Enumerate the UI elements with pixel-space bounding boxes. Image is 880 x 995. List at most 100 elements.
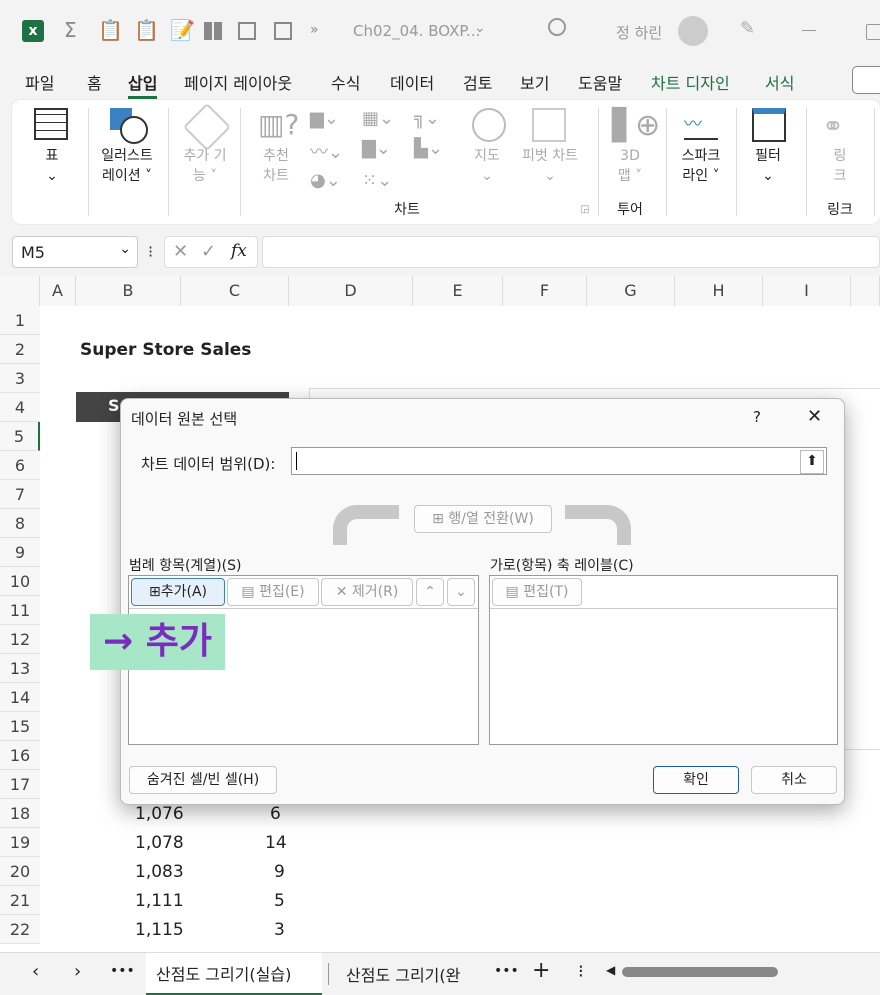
filters-button[interactable]: 필터 ⌄ [748, 146, 788, 186]
row-header-2[interactable]: 2 [0, 335, 40, 364]
insert-function-icon[interactable]: fx [231, 241, 247, 261]
tab-scroll-right-icon[interactable]: › [74, 961, 81, 982]
menu-view[interactable]: 보기 [520, 70, 549, 94]
search-icon[interactable] [548, 18, 566, 36]
switch-row-column-button[interactable]: ⊞ 행/열 전환(W) [414, 505, 552, 533]
autosum-icon[interactable]: Σ [64, 18, 77, 42]
grid-icon[interactable] [204, 22, 222, 40]
row-header-1[interactable]: 1 [0, 306, 40, 335]
excel-logo-icon[interactable]: x [22, 20, 44, 42]
fit-icon[interactable] [274, 22, 292, 40]
line-chart-icon[interactable]: 〰⌄ [310, 138, 343, 164]
column-header-a[interactable]: A [40, 276, 76, 306]
cell-b21[interactable]: 1,111 [135, 891, 184, 911]
row-header-12[interactable]: 12 [0, 625, 40, 654]
column-header-i[interactable]: I [763, 276, 851, 306]
filename[interactable]: Ch02_04. BOXP... [353, 22, 480, 40]
row-header-15[interactable]: 15 [0, 712, 40, 741]
row-header-13[interactable]: 13 [0, 654, 40, 683]
scatter-chart-icon[interactable]: ⁙⌄ [362, 170, 392, 191]
row-header-14[interactable]: 14 [0, 683, 40, 712]
pen-icon[interactable]: ✎ [740, 18, 755, 39]
avatar[interactable] [678, 16, 708, 46]
cancel-icon[interactable]: ✕ [173, 241, 188, 262]
row-header-7[interactable]: 7 [0, 480, 40, 509]
row-header-17[interactable]: 17 [0, 770, 40, 799]
sparklines-button[interactable]: 스파크 라인 ˅ [676, 146, 726, 186]
cell-c22[interactable]: 3 [274, 920, 285, 940]
cancel-button[interactable]: 취소 [751, 766, 837, 794]
menu-data[interactable]: 데이터 [390, 70, 434, 94]
clipboard-123-icon[interactable]: 📋 [134, 18, 159, 42]
row-header-22[interactable]: 22 [0, 915, 40, 944]
row-header-5[interactable]: 5 [0, 422, 40, 451]
cell-b18[interactable]: 1,076 [135, 804, 184, 824]
combo-chart-icon[interactable]: ▙⌄ [414, 138, 443, 159]
clipboard-fx-icon[interactable]: 📋 [98, 18, 123, 42]
sheet-title[interactable]: Super Store Sales [80, 340, 251, 360]
column-header-d[interactable]: D [289, 276, 413, 306]
row-header-6[interactable]: 6 [0, 451, 40, 480]
ok-button[interactable]: 확인 [653, 766, 739, 794]
remove-series-button[interactable]: ✕ 제거(R) [321, 578, 413, 606]
chart-range-input[interactable]: ⬆ [291, 447, 827, 475]
tab-scroll-left-icon[interactable]: ‹ [32, 961, 39, 982]
cell-b19[interactable]: 1,078 [135, 833, 184, 853]
map-chart-button[interactable]: 지도 ⌄ [470, 146, 504, 186]
row-header-19[interactable]: 19 [0, 828, 40, 857]
menu-help[interactable]: 도움말 [578, 70, 622, 94]
3d-map-button[interactable]: 3D 맵 ˅ [612, 146, 648, 186]
illustrations-button[interactable]: 일러스트 레이션 ˅ [96, 146, 158, 186]
column-header-b[interactable]: B [76, 276, 181, 306]
cell-c20[interactable]: 9 [274, 862, 285, 882]
hierarchy-chart-icon[interactable]: ▦⌄ [362, 108, 394, 129]
row-header-21[interactable]: 21 [0, 886, 40, 915]
cell-b20[interactable]: 1,083 [135, 862, 184, 882]
move-up-button[interactable]: ⌃ [416, 578, 444, 606]
chevron-down-icon[interactable]: ⌄ [119, 241, 131, 257]
enter-icon[interactable]: ✓ [201, 241, 216, 262]
more-commands-icon[interactable]: » [310, 22, 319, 38]
add-sheet-icon[interactable]: + [532, 958, 550, 983]
edit-series-button[interactable]: ▤ 편집(E) [227, 578, 319, 606]
column-header-e[interactable]: E [413, 276, 503, 306]
hscroll-left-icon[interactable]: ◀ [606, 963, 615, 977]
column-chart-icon[interactable]: ▆⌄ [310, 108, 339, 129]
tab-more-left-icon[interactable]: ••• [110, 963, 135, 979]
edit-clipboard-icon[interactable]: 📝 [170, 18, 195, 42]
add-series-button[interactable]: ⊞추가(A) [131, 578, 225, 606]
collapse-dialog-icon[interactable]: ⬆ [800, 450, 824, 474]
cell-b22[interactable]: 1,115 [135, 920, 184, 940]
column-header-j[interactable] [851, 276, 880, 306]
menu-chart-design[interactable]: 차트 디자인 [651, 70, 730, 94]
row-header-16[interactable]: 16 [0, 741, 40, 770]
comment-icon[interactable] [852, 66, 880, 94]
column-header-c[interactable]: C [181, 276, 289, 306]
maximize-icon[interactable] [866, 24, 880, 40]
tab-options-icon[interactable]: ⁝ [578, 961, 584, 982]
stat-chart-icon[interactable]: ▇⌄ [362, 138, 391, 159]
cell-c19[interactable]: 14 [265, 833, 287, 853]
sheet-tab-other[interactable]: 산점도 그리기(완 [346, 962, 460, 986]
pivot-chart-button[interactable]: 피벗 차트 ⌄ [514, 146, 586, 186]
row-header-3[interactable]: 3 [0, 364, 40, 393]
horizontal-scrollbar[interactable] [622, 967, 778, 977]
chevron-down-icon[interactable]: ⌄ [474, 20, 486, 36]
name-box[interactable]: M5 ⌄ [12, 236, 138, 268]
row-header-20[interactable]: 20 [0, 857, 40, 886]
more-options-icon[interactable]: ⁝ [148, 242, 153, 261]
cell-c18[interactable]: 6 [270, 804, 281, 824]
column-header-h[interactable]: H [675, 276, 763, 306]
row-header-11[interactable]: 11 [0, 596, 40, 625]
cell-c21[interactable]: 5 [274, 891, 285, 911]
dialog-launcher-icon[interactable]: ◲ [580, 204, 589, 215]
formula-input[interactable] [262, 236, 880, 268]
menu-review[interactable]: 검토 [463, 70, 492, 94]
link-button[interactable]: 링크 [830, 146, 850, 186]
column-header-g[interactable]: G [587, 276, 675, 306]
edit-axis-labels-button[interactable]: ▤ 편집(T) [492, 578, 582, 606]
menu-page-layout[interactable]: 페이지 레이아웃 [184, 70, 292, 94]
recommended-charts-button[interactable]: 추천 차트 [256, 146, 296, 186]
help-icon[interactable]: ? [753, 408, 761, 426]
table-button[interactable]: 표 ⌄ [32, 146, 72, 186]
